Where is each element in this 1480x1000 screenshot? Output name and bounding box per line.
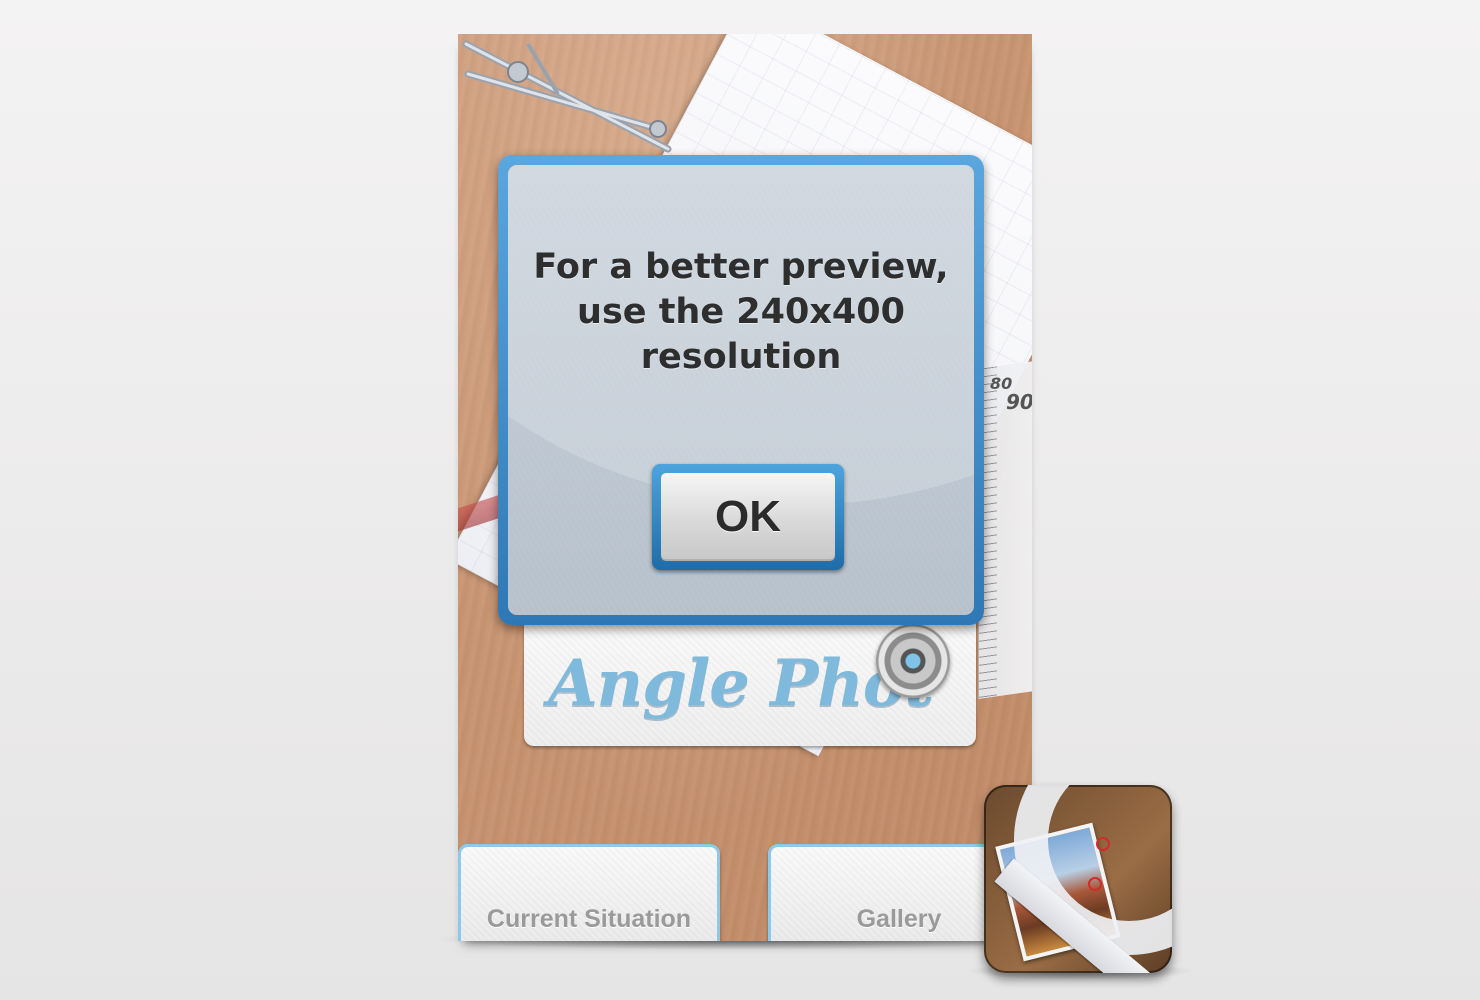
angle-marker bbox=[1088, 877, 1102, 891]
ruler-label: 90 bbox=[1006, 390, 1032, 414]
current-situation-label: Current Situation bbox=[486, 905, 692, 933]
ok-button[interactable]: OK bbox=[652, 464, 844, 570]
angle-photo-app-icon bbox=[984, 785, 1172, 973]
camera-lens-icon bbox=[876, 624, 950, 698]
ok-button-label: OK bbox=[661, 473, 835, 561]
angle-marker bbox=[1096, 837, 1110, 851]
current-situation-button[interactable]: Current Situation bbox=[458, 844, 720, 941]
dialog-message: For a better preview, use the 240x400 re… bbox=[533, 247, 949, 377]
compass-icon bbox=[462, 40, 672, 153]
